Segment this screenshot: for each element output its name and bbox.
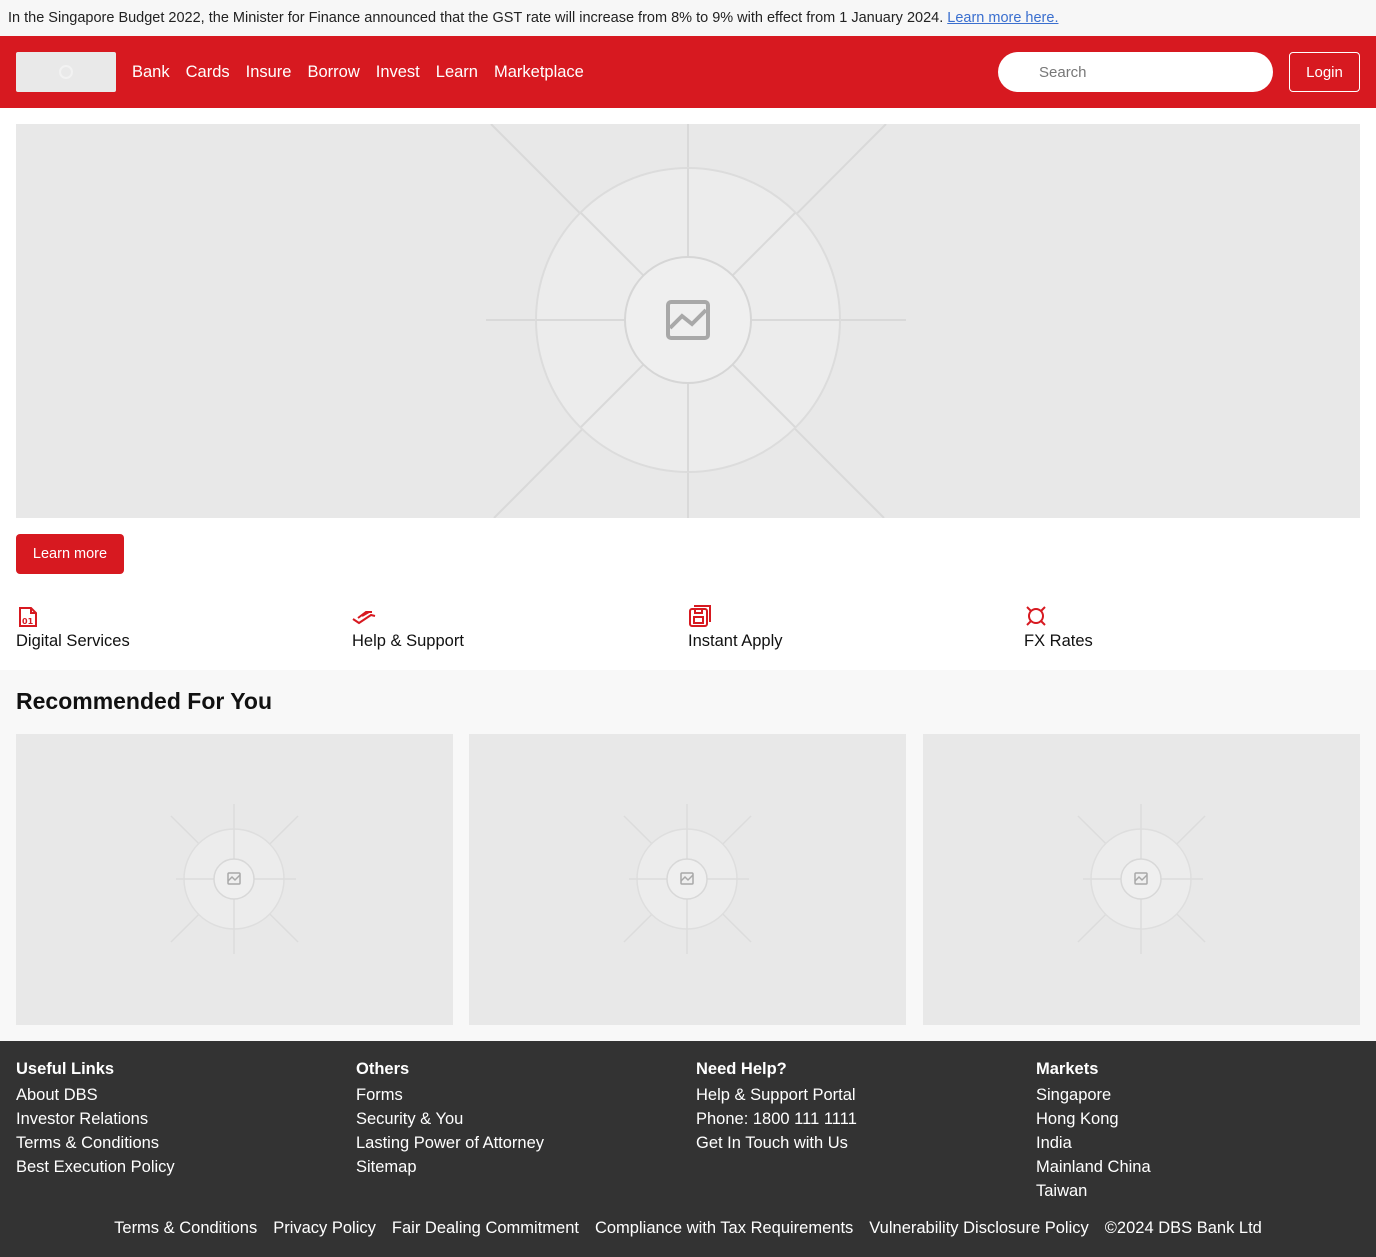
footer-bottom-tax-compliance[interactable]: Compliance with Tax Requirements	[595, 1219, 853, 1238]
footer-link-phone[interactable]: Phone: 1800 111 1111	[696, 1107, 1026, 1131]
footer-bottom-bar: Terms & Conditions Privacy Policy Fair D…	[0, 1219, 1376, 1238]
footer-link-lasting-power[interactable]: Lasting Power of Attorney	[356, 1131, 686, 1155]
footer-column-title: Others	[356, 1060, 410, 1078]
footer-link-get-in-touch[interactable]: Get In Touch with Us	[696, 1131, 1026, 1155]
footer-bottom-privacy[interactable]: Privacy Policy	[273, 1219, 376, 1238]
card-image-placeholder	[1077, 804, 1206, 954]
hero-banner[interactable]	[16, 124, 1360, 518]
site-header: Bank Cards Insure Borrow Invest Learn Ma…	[0, 36, 1376, 108]
site-footer: Useful Links About DBS Investor Relation…	[0, 1041, 1376, 1257]
footer-bottom-vulnerability[interactable]: Vulnerability Disclosure Policy	[869, 1219, 1088, 1238]
announcement-learn-more-link[interactable]: Learn more here.	[947, 10, 1058, 26]
search-input[interactable]	[998, 52, 1273, 92]
login-button[interactable]: Login	[1289, 52, 1360, 92]
hero-image-placeholder	[486, 124, 906, 518]
quick-link-fx-rates[interactable]: FX Rates	[1024, 604, 1360, 670]
currency-icon	[1026, 606, 1046, 626]
brand-logo[interactable]	[16, 52, 116, 92]
recommended-card[interactable]	[923, 734, 1360, 1025]
footer-link-sitemap[interactable]: Sitemap	[356, 1155, 686, 1179]
quick-links: 01 Digital Services Help & Support Insta…	[16, 604, 1360, 670]
nav-item-cards[interactable]: Cards	[186, 63, 230, 82]
footer-bottom-terms[interactable]: Terms & Conditions	[114, 1219, 257, 1238]
footer-link-help-portal[interactable]: Help & Support Portal	[696, 1083, 1026, 1107]
nav-item-marketplace[interactable]: Marketplace	[494, 63, 584, 82]
footer-column-others: Others Forms Security & You Lasting Powe…	[356, 1059, 686, 1179]
recommended-card[interactable]	[469, 734, 906, 1025]
save-stack-icon	[689, 605, 711, 627]
section-title: Recommended For You	[16, 688, 273, 714]
card-image-placeholder	[623, 804, 752, 954]
digital-file-icon: 01	[19, 607, 37, 627]
nav-item-borrow[interactable]: Borrow	[307, 63, 359, 82]
footer-column-title: Markets	[1036, 1060, 1099, 1078]
main-nav: Bank Cards Insure Borrow Invest Learn Ma…	[132, 63, 600, 82]
quick-link-instant-apply[interactable]: Instant Apply	[688, 604, 1024, 670]
quick-link-label: FX Rates	[1024, 632, 1093, 650]
footer-link-forms[interactable]: Forms	[356, 1083, 686, 1107]
footer-column-title: Need Help?	[696, 1060, 787, 1078]
footer-link-terms[interactable]: Terms & Conditions	[16, 1131, 346, 1155]
footer-link-security[interactable]: Security & You	[356, 1107, 686, 1131]
quick-link-digital-services[interactable]: 01 Digital Services	[16, 604, 352, 670]
quick-link-help-support[interactable]: Help & Support	[352, 604, 688, 670]
footer-column-useful-links: Useful Links About DBS Investor Relation…	[16, 1059, 346, 1179]
quick-link-label: Help & Support	[352, 632, 464, 650]
footer-link-india[interactable]: India	[1036, 1131, 1366, 1155]
footer-bottom-fair-dealing[interactable]: Fair Dealing Commitment	[392, 1219, 579, 1238]
footer-column-need-help: Need Help? Help & Support Portal Phone: …	[696, 1059, 1026, 1155]
logo-placeholder-icon	[59, 65, 73, 79]
card-image-placeholder	[170, 804, 299, 954]
quick-link-label: Digital Services	[16, 632, 130, 650]
recommended-section: Recommended For You	[0, 670, 1376, 1041]
nav-item-insure[interactable]: Insure	[246, 63, 292, 82]
learn-more-button[interactable]: Learn more	[16, 534, 124, 574]
svg-text:01: 01	[22, 617, 34, 626]
footer-link-about-dbs[interactable]: About DBS	[16, 1083, 346, 1107]
nav-item-invest[interactable]: Invest	[376, 63, 420, 82]
handshake-icon	[352, 611, 376, 625]
footer-column-markets: Markets Singapore Hong Kong India Mainla…	[1036, 1059, 1366, 1203]
announcement-bar: In the Singapore Budget 2022, the Minist…	[0, 0, 1376, 36]
nav-item-learn[interactable]: Learn	[436, 63, 478, 82]
footer-link-singapore[interactable]: Singapore	[1036, 1083, 1366, 1107]
footer-link-taiwan[interactable]: Taiwan	[1036, 1179, 1366, 1203]
footer-link-mainland-china[interactable]: Mainland China	[1036, 1155, 1366, 1179]
announcement-text: In the Singapore Budget 2022, the Minist…	[8, 10, 944, 26]
footer-link-hong-kong[interactable]: Hong Kong	[1036, 1107, 1366, 1131]
quick-link-label: Instant Apply	[688, 632, 783, 650]
footer-link-best-execution[interactable]: Best Execution Policy	[16, 1155, 346, 1179]
footer-column-title: Useful Links	[16, 1060, 115, 1078]
nav-item-bank[interactable]: Bank	[132, 63, 170, 82]
copyright-text: ©2024 DBS Bank Ltd	[1104, 1219, 1262, 1237]
recommended-card[interactable]	[16, 734, 453, 1025]
footer-link-investor-relations[interactable]: Investor Relations	[16, 1107, 346, 1131]
